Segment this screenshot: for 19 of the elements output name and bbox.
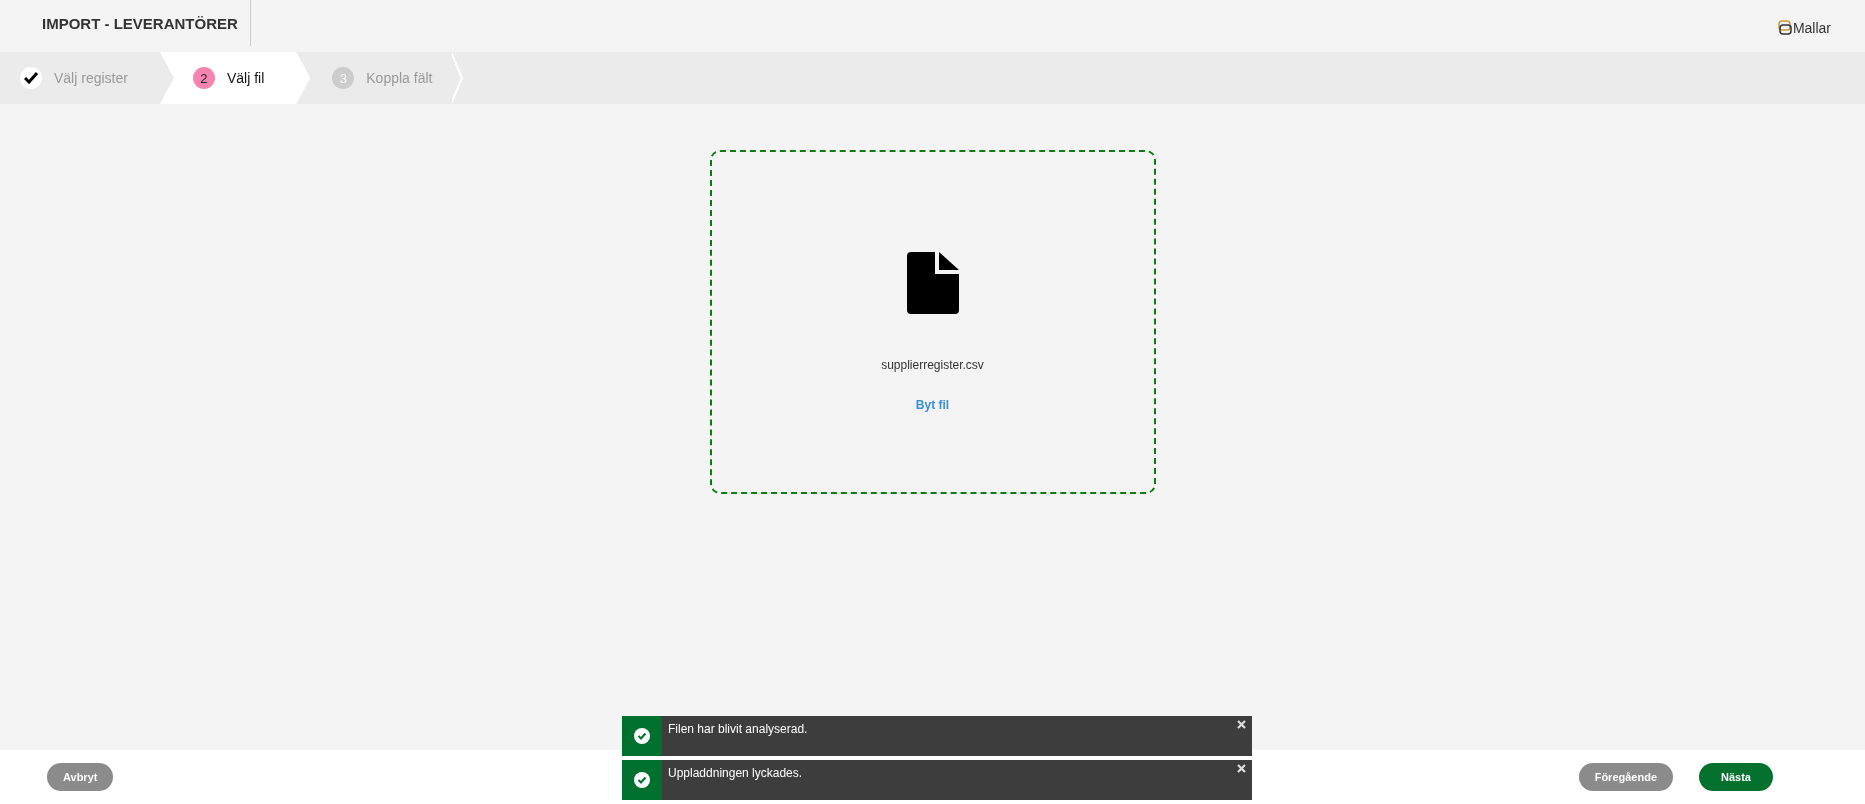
stack-icon [1777,20,1792,36]
close-icon[interactable] [1237,720,1246,729]
close-icon[interactable] [1237,764,1246,773]
step-number: 2 [192,67,215,89]
check-circle-icon [634,728,650,744]
change-file-link[interactable]: Byt fil [915,398,950,412]
page-title: IMPORT - LEVERANTÖRER [42,15,238,34]
templates-link[interactable]: Mallar [1777,20,1831,36]
next-button[interactable]: Nästa [1699,763,1773,791]
file-drop-zone[interactable]: supplierregister.csv Byt fil [709,150,1156,494]
file-name: supplierregister.csv [881,358,984,372]
check-icon [20,67,42,89]
toast-message: Uppladdningen lyckades. [668,766,803,780]
file-icon [906,252,959,314]
toast-message: Filen har blivit analyserad. [668,722,808,736]
check-circle-icon [634,772,650,788]
wizard-step[interactable]: 2 Välj fil [159,52,311,104]
previous-button[interactable]: Föregående [1578,763,1674,791]
cancel-button[interactable]: Avbryt [47,763,114,791]
